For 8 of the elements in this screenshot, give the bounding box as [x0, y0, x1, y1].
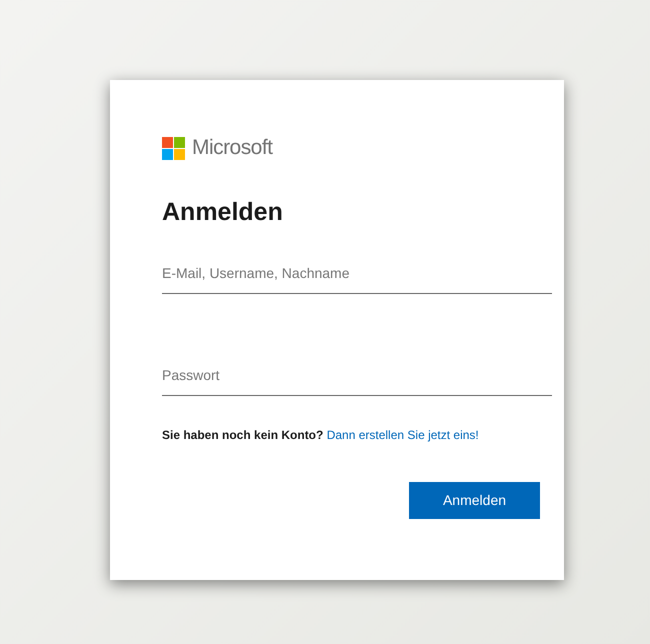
logo-wordmark: Microsoft [192, 135, 272, 162]
signup-link[interactable]: Dann erstellen Sie jetzt eins! [326, 428, 479, 442]
sign-in-button[interactable]: Anmelden [409, 482, 540, 518]
email-field[interactable]: E-Mail, Username, Nachname [162, 254, 552, 294]
password-field[interactable]: Passwort [162, 356, 552, 396]
signup-prompt: Sie haben noch kein Konto? [162, 428, 324, 442]
microsoft-logo-icon [162, 136, 185, 160]
page-title: Anmelden [162, 197, 284, 228]
